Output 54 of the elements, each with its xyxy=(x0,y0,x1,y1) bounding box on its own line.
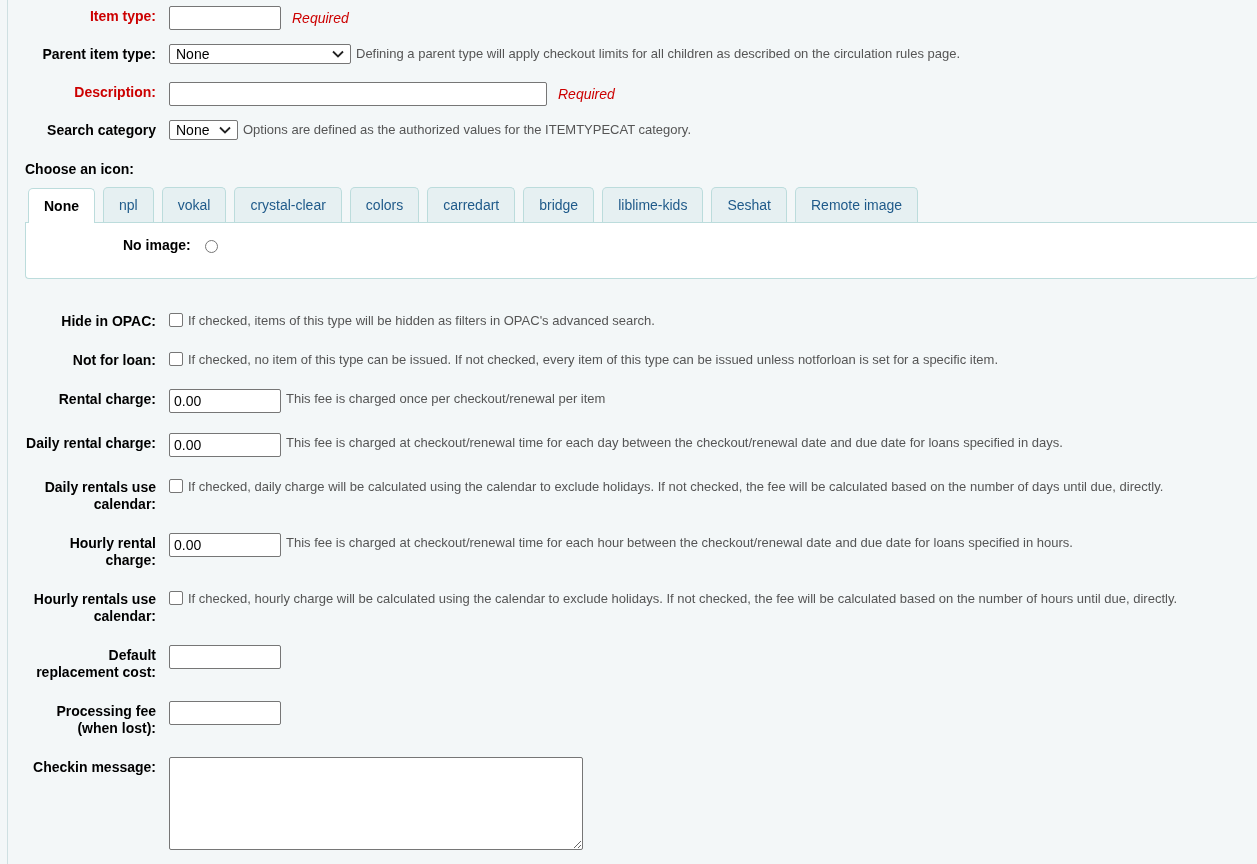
field-label: Hide in OPAC: xyxy=(61,312,156,330)
field-label: Checkin message: xyxy=(33,758,156,776)
hint-text: Defining a parent type will apply checkout limits for all children as described on the circulation rules page. xyxy=(356,45,961,62)
text-field[interactable]: 0.00 xyxy=(169,433,281,457)
text-field[interactable]: 0.00 xyxy=(169,533,281,557)
field-label: Not for loan: xyxy=(72,351,156,369)
hint-text: This fee is charged once per checkout/renewal per item xyxy=(286,390,606,407)
text-field[interactable] xyxy=(169,82,547,106)
text-field[interactable]: 0.00 xyxy=(169,389,281,413)
icon-set-tab[interactable]: vokal xyxy=(161,187,227,222)
checkbox[interactable] xyxy=(169,313,183,327)
radio-button[interactable] xyxy=(204,240,218,253)
checkbox[interactable] xyxy=(169,591,183,605)
checkbox[interactable] xyxy=(169,479,183,493)
hint-text: If checked, items of this type will be hidden as filters in OPAC's advanced search. xyxy=(188,312,655,329)
text-area[interactable] xyxy=(169,757,583,850)
field-label: Hourly rentals use calendar: xyxy=(32,590,156,625)
required-note: Required xyxy=(557,85,615,102)
field-label: Default replacement cost: xyxy=(35,646,156,681)
field-label: Daily rental charge: xyxy=(26,434,156,452)
icon-set-tab[interactable]: None xyxy=(28,188,95,223)
chevron-down-icon xyxy=(332,50,344,58)
text-field[interactable] xyxy=(169,645,281,669)
required-note: Required xyxy=(291,9,349,26)
hint-text: If checked, no item of this type can be issued. If not checked, every item of this type can be issued unless notforloan is set for a specific item. xyxy=(188,351,999,368)
icon-set-tab[interactable]: Remote image xyxy=(795,187,919,222)
field-label: Description: xyxy=(74,83,156,101)
icon-set-tab[interactable]: crystal-clear xyxy=(234,187,342,222)
field-label: Hourly rental charge: xyxy=(68,534,156,569)
field-label: Parent item type: xyxy=(42,45,156,63)
icon-set-tab[interactable]: npl xyxy=(103,187,154,222)
hint-text: If checked, hourly charge will be calculated using the calendar to exclude holidays. If not checked, the fee will be calculated based on the number of hours until due, directly. xyxy=(188,590,1178,607)
section-heading: Choose an icon: xyxy=(25,161,135,177)
text-field[interactable] xyxy=(169,701,281,725)
text-field[interactable] xyxy=(169,6,281,30)
field-label: No image: xyxy=(123,237,191,253)
hint-text: Options are defined as the authorized values for the ITEMTYPECAT category. xyxy=(243,121,691,138)
checkbox[interactable] xyxy=(169,352,183,366)
hint-text: If checked, daily charge will be calculated using the calendar to exclude holidays. If not checked, the fee will be calculated based on the number of days until due, directly. xyxy=(188,478,1164,495)
field-label: Search category xyxy=(47,121,156,139)
field-label: Processing fee (when lost): xyxy=(55,702,156,737)
dropdown[interactable]: None xyxy=(169,44,351,64)
field-label: Rental charge: xyxy=(58,390,156,408)
field-label: Item type: xyxy=(89,7,156,25)
icon-set-tab[interactable]: bridge xyxy=(523,187,595,222)
dropdown[interactable]: None xyxy=(169,120,238,140)
field-label: Daily rentals use calendar: xyxy=(43,478,156,513)
icon-set-tab[interactable]: carredart xyxy=(427,187,516,222)
icon-set-tab[interactable]: liblime-kids xyxy=(602,187,704,222)
hint-text: This fee is charged at checkout/renewal time for each day between the checkout/renewal date and due date for loans specified in days. xyxy=(286,434,1063,451)
icon-set-tab[interactable]: colors xyxy=(349,187,420,222)
hint-text: This fee is charged at checkout/renewal time for each hour between the checkout/renewal date and due date for loans specified in hours. xyxy=(286,534,1073,551)
chevron-down-icon xyxy=(219,126,231,134)
icon-set-tab[interactable]: Seshat xyxy=(711,187,787,222)
